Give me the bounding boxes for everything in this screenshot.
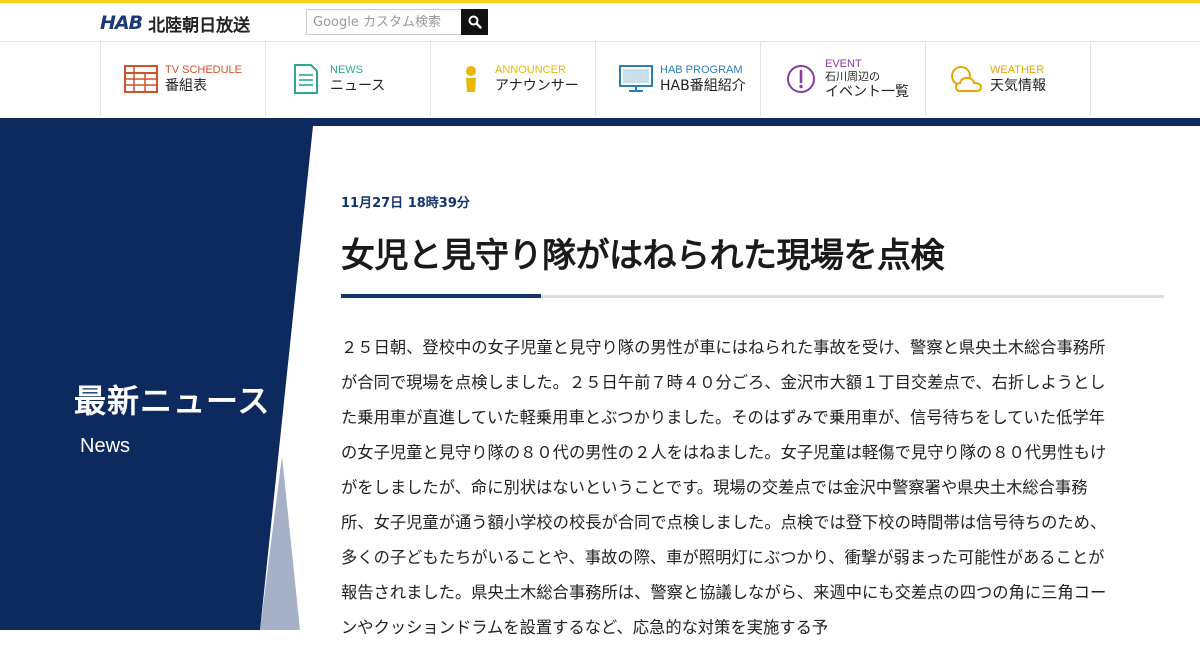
nav-item-en-label: EVENT — [825, 57, 862, 70]
section-title: 最新ニュース — [74, 382, 271, 420]
weather-icon — [948, 63, 984, 95]
nav-item-ja-small-label: 石川周辺の — [825, 70, 880, 84]
nav-item-en-label: NEWS — [330, 63, 363, 76]
tv-schedule-icon — [123, 63, 159, 95]
nav-item-ja-label: ニュース — [330, 78, 386, 95]
nav-item-event[interactable]: EVENT 石川周辺の イベント一覧 — [761, 42, 926, 116]
logo-mark: HAB — [100, 12, 143, 34]
article-title: 女児と見守り隊がはねられた現場を点検 — [341, 236, 945, 276]
nav-item-ja-label: 番組表 — [165, 78, 207, 95]
nav-item-hab-program[interactable]: HAB PROGRAM HAB番組紹介 — [596, 42, 761, 116]
search-button[interactable] — [461, 9, 488, 35]
monitor-icon — [618, 63, 654, 95]
article-body: ２５日朝、登校中の女子児童と見守り隊の男性が車にはねられた事故を受け、警察と県央… — [341, 338, 1107, 637]
announcer-icon — [453, 63, 489, 95]
nav-item-announcer[interactable]: ANNOUNCER アナウンサー — [431, 42, 596, 116]
nav-item-ja-label: 天気情報 — [990, 78, 1046, 95]
search-icon — [468, 15, 482, 29]
search-input[interactable] — [306, 9, 461, 35]
title-rule-accent — [341, 294, 541, 298]
section-subtitle: News — [80, 435, 131, 457]
nav-item-tv-schedule[interactable]: TV SCHEDULE 番組表 — [101, 42, 266, 116]
section-sidebar: 最新ニュース News — [0, 126, 320, 630]
main-nav: TV SCHEDULE 番組表 NEWS ニュース ANNOUNCER アナウン… — [100, 42, 1097, 116]
article-date: 11月27日 18時39分 — [341, 196, 470, 211]
site-logo[interactable]: HAB 北陸朝日放送 — [100, 12, 251, 36]
news-icon — [288, 63, 324, 95]
nav-item-ja-label: イベント一覧 — [825, 84, 909, 101]
nav-item-en-label: TV SCHEDULE — [165, 63, 243, 76]
nav-item-weather[interactable]: WEATHER 天気情報 — [926, 42, 1091, 116]
nav-item-ja-label: HAB番組紹介 — [660, 78, 746, 95]
nav-item-ja-label: アナウンサー — [495, 78, 579, 95]
header-band — [0, 118, 1200, 126]
event-icon — [783, 63, 819, 95]
nav-item-en-label: WEATHER — [990, 63, 1045, 76]
site-search — [306, 9, 488, 35]
logo-name: 北陸朝日放送 — [148, 15, 251, 36]
nav-item-en-label: HAB PROGRAM — [660, 63, 743, 76]
nav-item-en-label: ANNOUNCER — [495, 63, 566, 76]
nav-item-news[interactable]: NEWS ニュース — [266, 42, 431, 116]
top-bar: HAB 北陸朝日放送 — [0, 3, 1200, 41]
